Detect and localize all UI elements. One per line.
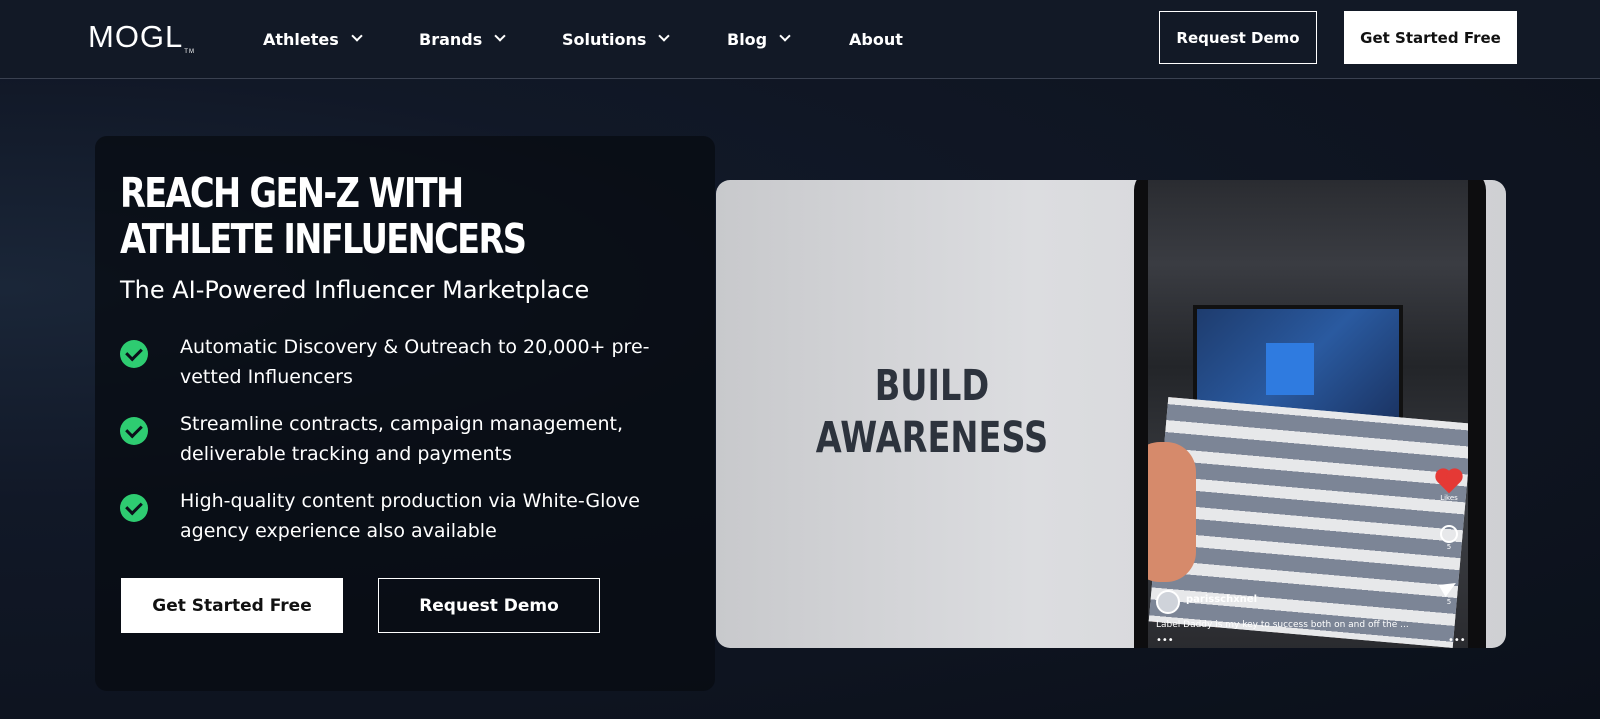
check-circle-icon: [120, 340, 148, 368]
likes-label: Likes: [1440, 494, 1458, 502]
nav-solutions[interactable]: Solutions: [562, 27, 671, 51]
nav-athletes-label: Athletes: [263, 29, 339, 49]
chevron-down-icon: [779, 30, 791, 42]
feature-text: High-quality content production via Whit…: [180, 490, 640, 542]
check-circle-icon: [120, 494, 148, 522]
check-circle-icon: [120, 417, 148, 445]
nav-about[interactable]: About: [849, 27, 903, 51]
feature-text: Streamline contracts, campaign managemen…: [180, 413, 624, 465]
hero-video[interactable]: BUILD AWARENESS Likes 5 5 parisschxnel L…: [716, 180, 1506, 648]
chevron-down-icon: [351, 30, 363, 42]
heart-icon: [1437, 470, 1461, 494]
feature-item: Streamline contracts, campaign managemen…: [120, 409, 660, 469]
video-overlay-text: BUILD AWARENESS: [764, 360, 1101, 464]
nav-athletes[interactable]: Athletes: [263, 27, 363, 51]
headline-line-1: REACH GEN-Z WITH: [120, 169, 464, 217]
share-control[interactable]: 5: [1438, 576, 1460, 620]
feature-item: Automatic Discovery & Outreach to 20,000…: [120, 332, 660, 392]
nav-solutions-label: Solutions: [562, 29, 647, 49]
get-started-button[interactable]: Get Started Free: [1344, 11, 1517, 64]
feature-item: High-quality content production via Whit…: [120, 486, 660, 546]
hero-headline: REACH GEN-Z WITH ATHLETE INFLUENCERS: [120, 170, 579, 262]
comment-control[interactable]: 5: [1438, 525, 1460, 565]
headline-line-2: ATHLETE INFLUENCERS: [120, 215, 527, 263]
feature-text: Automatic Discovery & Outreach to 20,000…: [180, 336, 650, 388]
send-icon: [1438, 576, 1460, 598]
video-overlay-line-1: BUILD: [874, 361, 990, 411]
more-left-icon: •••: [1156, 635, 1174, 646]
monitor-logo: [1266, 343, 1314, 395]
hand-image: [1148, 442, 1196, 582]
phone-screen: Likes 5 5 parisschxnel Label Daddy is my…: [1148, 180, 1468, 648]
post-handle[interactable]: parisschxnel: [1186, 594, 1257, 605]
like-control[interactable]: Likes: [1437, 470, 1461, 510]
nav-brands[interactable]: Brands: [419, 27, 506, 51]
avatar[interactable]: [1156, 590, 1180, 614]
shares-count: 5: [1446, 598, 1452, 606]
chevron-down-icon: [658, 30, 671, 42]
nav-about-label: About: [849, 29, 903, 49]
request-demo-button[interactable]: Request Demo: [1159, 11, 1317, 64]
nav-blog-label: Blog: [727, 29, 768, 49]
nav-blog[interactable]: Blog: [727, 27, 791, 51]
hero-subheading: The AI-Powered Influencer Marketplace: [120, 276, 590, 304]
hero-request-demo-button[interactable]: Request Demo: [378, 578, 600, 633]
post-caption: Label Daddy is my key to success both on…: [1156, 620, 1409, 630]
comment-icon: [1440, 525, 1458, 543]
top-nav: MOGLTM Athletes Brands Solutions Blog Ab…: [0, 0, 1600, 79]
comments-count: 5: [1446, 543, 1452, 551]
nav-brands-label: Brands: [419, 29, 483, 49]
hero-get-started-button[interactable]: Get Started Free: [121, 578, 343, 633]
video-overlay-line-2: AWARENESS: [815, 413, 1049, 463]
chevron-down-icon: [494, 30, 506, 42]
more-options-icon[interactable]: •••: [1448, 635, 1466, 646]
mogl-logo[interactable]: MOGLTM: [88, 19, 195, 55]
label-sheet-image: [1148, 397, 1468, 648]
